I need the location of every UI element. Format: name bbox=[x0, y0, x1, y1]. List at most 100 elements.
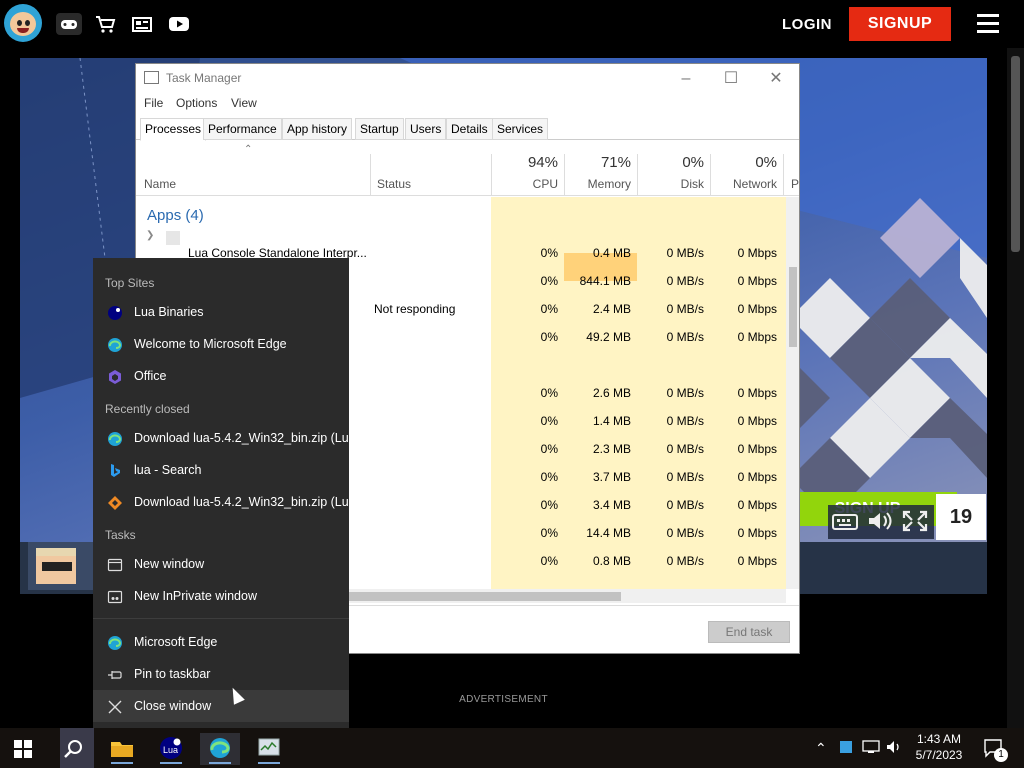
cell-cpu: 0% bbox=[540, 386, 558, 400]
disk-total: 0% bbox=[682, 154, 704, 171]
vertical-scroll-thumb[interactable] bbox=[789, 267, 797, 347]
minimize-button[interactable]: – bbox=[663, 68, 709, 92]
tray-chevron-icon[interactable]: ⌃ bbox=[815, 740, 827, 757]
jump-item-download-lua-1[interactable]: Download lua-5.4.2_Win32_bin.zip (Lu... bbox=[93, 422, 359, 454]
jump-item-pin-taskbar[interactable]: Pin to taskbar bbox=[93, 658, 349, 690]
tab-users[interactable]: Users bbox=[405, 118, 447, 140]
level-badge: 19 bbox=[936, 494, 986, 540]
cell-network: 0 Mbps bbox=[737, 330, 777, 344]
page-scrollbar-thumb[interactable] bbox=[1011, 56, 1020, 252]
logo-eye bbox=[17, 20, 22, 26]
menu-view[interactable]: View bbox=[231, 96, 257, 110]
jump-item-label: Download lua-5.4.2_Win32_bin.zip (Lu... bbox=[134, 495, 360, 509]
menu-bar: File Options View bbox=[136, 94, 799, 114]
cell-disk: 0 MB/s bbox=[666, 442, 704, 456]
column-divider bbox=[637, 154, 638, 196]
task-manager-icon[interactable] bbox=[249, 733, 289, 765]
cell-memory: 2.4 MB bbox=[592, 302, 631, 316]
maximize-button[interactable]: ☐ bbox=[708, 68, 754, 92]
close-button[interactable]: ✕ bbox=[753, 68, 799, 92]
tab-details[interactable]: Details bbox=[446, 118, 493, 140]
jump-item-welcome-edge[interactable]: Welcome to Microsoft Edge bbox=[93, 328, 349, 360]
window-icon bbox=[107, 557, 123, 573]
tab-processes[interactable]: Processes bbox=[140, 118, 207, 141]
cell-network: 0 Mbps bbox=[737, 526, 777, 540]
cell-disk: 0 MB/s bbox=[666, 554, 704, 568]
cell-memory: 0.4 MB bbox=[592, 246, 631, 260]
jump-item-new-window[interactable]: New window bbox=[93, 548, 349, 580]
sort-arrow-icon[interactable]: ⌃ bbox=[244, 144, 252, 155]
end-task-button[interactable]: End task bbox=[708, 621, 790, 643]
fullscreen-icon[interactable] bbox=[902, 510, 928, 534]
task-manager-titlebar[interactable]: Task Manager – ☐ ✕ bbox=[136, 64, 799, 92]
cell-cpu: 0% bbox=[540, 554, 558, 568]
menu-file[interactable]: File bbox=[144, 96, 163, 110]
column-name[interactable]: Name bbox=[144, 177, 176, 191]
cell-memory: 49.2 MB bbox=[586, 330, 631, 344]
network-icon[interactable] bbox=[862, 740, 880, 759]
jump-item-download-lua-2[interactable]: Download lua-5.4.2_Win32_bin.zip (Lu... bbox=[93, 486, 359, 518]
column-divider bbox=[564, 154, 565, 196]
svg-text:Lua: Lua bbox=[163, 745, 178, 755]
jump-item-microsoft-edge[interactable]: Microsoft Edge bbox=[93, 626, 349, 658]
column-network[interactable]: Network bbox=[715, 177, 777, 191]
cell-memory: 2.3 MB bbox=[592, 442, 631, 456]
login-link[interactable]: LOGIN bbox=[782, 16, 832, 33]
menu-icon[interactable] bbox=[977, 14, 999, 34]
column-cpu[interactable]: CPU bbox=[496, 177, 558, 191]
cell-network: 0 Mbps bbox=[737, 554, 777, 568]
jump-item-label: Microsoft Edge bbox=[134, 635, 218, 649]
cart-icon[interactable] bbox=[94, 14, 116, 34]
tab-startup[interactable]: Startup bbox=[355, 118, 404, 140]
column-divider bbox=[491, 154, 492, 196]
jump-item-label: Office bbox=[134, 369, 167, 383]
jump-item-label: New window bbox=[134, 557, 205, 571]
volume-tray-icon[interactable] bbox=[886, 740, 902, 759]
column-status[interactable]: Status bbox=[377, 177, 411, 191]
keyboard-icon[interactable] bbox=[832, 510, 858, 534]
gamepad-icon[interactable] bbox=[56, 13, 82, 35]
video-icon[interactable] bbox=[168, 14, 190, 34]
jump-item-lua-search[interactable]: lua - Search bbox=[93, 454, 349, 486]
jump-item-office[interactable]: Office bbox=[93, 360, 349, 392]
table-vertical-scrollbar[interactable] bbox=[786, 197, 799, 589]
clock-date: 5/7/2023 bbox=[915, 748, 963, 762]
signup-button[interactable]: SIGNUP bbox=[849, 7, 951, 41]
jump-item-close-window[interactable]: Close window bbox=[93, 690, 349, 722]
jump-item-label: New InPrivate window bbox=[134, 589, 257, 603]
cell-disk: 0 MB/s bbox=[666, 414, 704, 428]
group-header-apps[interactable]: Apps (4) bbox=[147, 207, 204, 224]
tab-app-history[interactable]: App history bbox=[282, 118, 353, 140]
column-disk[interactable]: Disk bbox=[642, 177, 704, 191]
system-clock[interactable]: 1:43 AM 5/7/2023 bbox=[906, 731, 972, 763]
jump-item-new-inprivate[interactable]: New InPrivate window bbox=[93, 580, 349, 612]
cell-disk: 0 MB/s bbox=[666, 274, 704, 288]
volume-icon[interactable] bbox=[867, 510, 893, 534]
top-sites-header: Top Sites bbox=[105, 276, 155, 290]
cell-network: 0 Mbps bbox=[737, 442, 777, 456]
news-icon[interactable] bbox=[131, 14, 153, 34]
site-header: LOGIN SIGNUP bbox=[0, 0, 1024, 48]
jump-item-label: Welcome to Microsoft Edge bbox=[134, 337, 287, 351]
cell-status: Not responding bbox=[374, 302, 456, 316]
edge-taskbar-icon[interactable] bbox=[200, 733, 240, 765]
search-icon[interactable] bbox=[63, 739, 83, 764]
jump-item-lua-binaries[interactable]: Lua Binaries bbox=[93, 296, 349, 328]
column-divider bbox=[370, 154, 371, 196]
cell-memory: 844.1 MB bbox=[579, 274, 631, 288]
tab-performance[interactable]: Performance bbox=[203, 118, 282, 140]
tray-app-icon[interactable] bbox=[840, 741, 852, 753]
site-logo[interactable] bbox=[4, 4, 42, 42]
cell-cpu: 0% bbox=[540, 442, 558, 456]
lua-icon[interactable]: Lua bbox=[151, 733, 191, 765]
column-memory[interactable]: Memory bbox=[569, 177, 631, 191]
player-avatar bbox=[28, 542, 96, 590]
start-icon[interactable] bbox=[14, 740, 32, 763]
file-explorer-icon[interactable] bbox=[102, 733, 142, 765]
inprivate-icon bbox=[107, 589, 123, 605]
column-power[interactable]: P bbox=[791, 177, 799, 191]
office-icon bbox=[107, 369, 123, 385]
menu-options[interactable]: Options bbox=[176, 96, 217, 110]
cell-disk: 0 MB/s bbox=[666, 302, 704, 316]
tab-services[interactable]: Services bbox=[492, 118, 549, 140]
